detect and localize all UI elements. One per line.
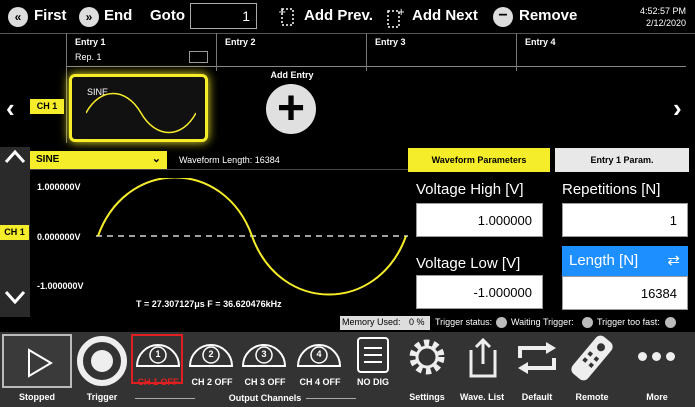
repetitions-input[interactable]: 1 — [562, 203, 688, 237]
ch4-status: CH 4 OFF — [299, 377, 341, 387]
add-next-icon[interactable]: + — [386, 6, 405, 28]
gear-icon[interactable] — [406, 336, 448, 378]
end-icon[interactable]: » — [79, 7, 99, 27]
swap-icon[interactable]: ⇄ — [667, 251, 680, 269]
no-dig-label: NO DIG — [356, 377, 389, 387]
remote-label: Remote — [575, 392, 609, 402]
svg-text:+: + — [397, 7, 404, 18]
entry-divider — [516, 33, 517, 71]
waiting-trigger-indicator — [582, 317, 593, 328]
default-label: Default — [521, 392, 553, 402]
output-channels-bracket-right — [306, 398, 356, 399]
voltage-high-axis: 1.000000V — [37, 182, 81, 192]
length-input[interactable]: 16384 — [562, 276, 688, 310]
digital-list-icon[interactable] — [356, 336, 390, 374]
svg-text:+: + — [278, 7, 286, 18]
voltage-high-input[interactable]: 1.000000 — [416, 203, 543, 237]
scroll-left-icon[interactable]: ‹ — [6, 93, 15, 124]
trigger-too-fast-label: Trigger too fast: — [597, 317, 660, 327]
waveform-entry-card[interactable]: SINE — [69, 74, 208, 142]
timeline-axis — [66, 66, 686, 67]
sine-thumbnail — [86, 92, 196, 134]
play-icon — [28, 348, 53, 378]
voltage-zero-axis: 0.000000V — [37, 232, 81, 242]
stopped-label: Stopped — [19, 392, 55, 402]
minus-icon[interactable]: − — [493, 7, 513, 27]
remote-icon[interactable] — [566, 334, 618, 382]
entry-divider — [216, 33, 217, 71]
ch1-status: CH 1 OFF — [137, 377, 179, 387]
settings-label: Settings — [409, 392, 445, 402]
ch2-status: CH 2 OFF — [191, 377, 233, 387]
plot-top-divider — [30, 169, 408, 170]
memory-used-value: 0 % — [409, 317, 425, 327]
tab-entry-parameters[interactable]: Entry 1 Param. — [555, 148, 689, 172]
date-text: 2/12/2020 — [645, 18, 686, 28]
output-channels-bracket-left — [135, 398, 195, 399]
waveform-plot[interactable] — [96, 178, 408, 298]
period-frequency-readout: T = 27.307127μs F = 36.620476kHz — [136, 299, 282, 309]
scroll-up-icon[interactable] — [4, 146, 26, 172]
goto-input[interactable]: 1 — [190, 3, 257, 29]
waveform-type-select[interactable]: SINE ⌄ — [30, 151, 167, 169]
trigger-too-fast-indicator — [665, 317, 676, 328]
refresh-icon[interactable] — [514, 340, 560, 376]
share-icon[interactable] — [466, 336, 500, 378]
more-label: More — [646, 392, 668, 402]
entry-2-label[interactable]: Entry 2 — [225, 37, 256, 47]
channel-badge-timeline: CH 1 — [30, 99, 64, 114]
channel-badge-side: CH 1 — [0, 225, 29, 240]
add-prev-icon[interactable]: + — [278, 6, 296, 28]
waveform-type-value: SINE — [36, 154, 60, 165]
voltage-high-label: Voltage High [V] — [416, 181, 524, 198]
chevron-down-icon: ⌄ — [151, 153, 161, 165]
first-button[interactable]: First — [34, 7, 67, 24]
add-next-button[interactable]: Add Next — [412, 7, 478, 24]
ch3-status: CH 3 OFF — [244, 377, 286, 387]
entry-1-rep: Rep. 1 — [75, 52, 102, 62]
more-icon[interactable] — [632, 350, 682, 364]
waiting-trigger-label: Waiting Trigger: — [511, 317, 574, 327]
datetime: 4:52:57 PM 2/12/2020 — [640, 5, 686, 29]
entry-4-label[interactable]: Entry 4 — [525, 37, 556, 47]
timeline-top-divider — [0, 33, 695, 34]
wave-list-label: Wave. List — [459, 392, 505, 402]
entry-divider — [66, 33, 67, 143]
tab-waveform-parameters[interactable]: Waveform Parameters — [408, 148, 550, 172]
trigger-icon[interactable] — [77, 336, 127, 386]
add-entry-button[interactable]: + — [266, 84, 316, 134]
rep-input[interactable] — [189, 51, 208, 63]
end-button[interactable]: End — [104, 7, 132, 24]
waveform-length: Waveform Length: 16384 — [179, 155, 280, 165]
repetitions-label: Repetitions [N] — [562, 181, 661, 198]
ch1-number: 1 — [155, 349, 161, 359]
scroll-right-icon[interactable]: › — [673, 93, 682, 124]
trigger-status-label: Trigger status: — [435, 317, 493, 327]
memory-used-label: Memory Used: — [342, 317, 401, 327]
trigger-label: Trigger — [86, 392, 118, 402]
entry-1-label[interactable]: Entry 1 — [75, 37, 106, 47]
remove-button[interactable]: Remove — [519, 7, 577, 24]
entry-3-label[interactable]: Entry 3 — [375, 37, 406, 47]
ch3-number: 3 — [261, 349, 267, 359]
trigger-status-indicator — [496, 317, 507, 328]
length-label: Length [N] — [569, 252, 639, 269]
ch4-number: 4 — [316, 349, 322, 359]
add-prev-button[interactable]: Add Prev. — [304, 7, 373, 24]
ch2-number: 2 — [208, 349, 214, 359]
time-text: 4:52:57 PM — [639, 6, 686, 16]
entry-divider — [366, 33, 367, 71]
voltage-low-label: Voltage Low [V] — [416, 255, 521, 272]
add-entry-label: Add Entry — [270, 70, 314, 80]
scroll-down-icon[interactable] — [4, 286, 26, 312]
length-header[interactable]: Length [N] ⇄ — [562, 246, 688, 276]
run-stop-button[interactable] — [2, 334, 72, 388]
voltage-low-axis: -1.000000V — [37, 281, 84, 291]
voltage-low-input[interactable]: -1.000000 — [416, 275, 543, 309]
first-icon[interactable]: « — [8, 7, 28, 27]
goto-label: Goto — [150, 7, 185, 24]
